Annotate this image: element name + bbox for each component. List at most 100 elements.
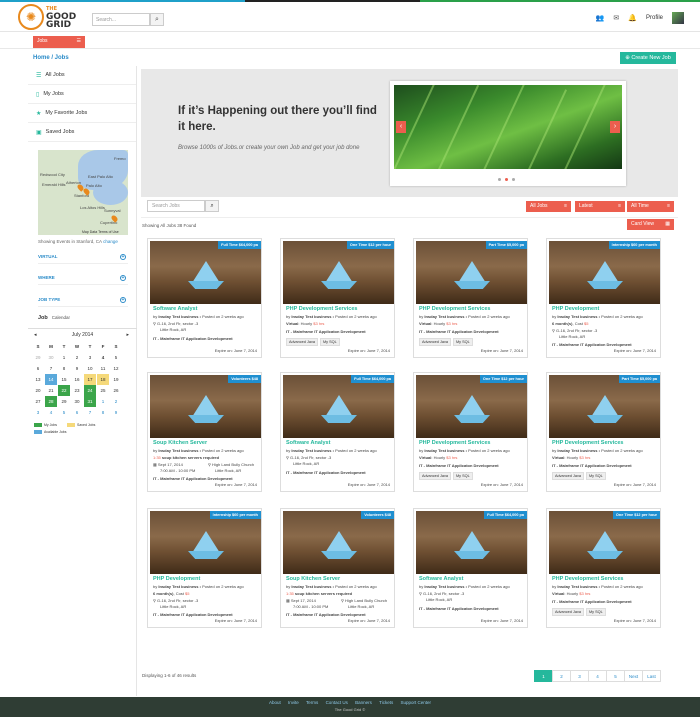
calendar-day-saved[interactable]: 17: [84, 374, 96, 385]
business-name[interactable]: Insday Test business: [158, 448, 198, 453]
calendar-day[interactable]: 19: [110, 374, 122, 385]
calendar-day[interactable]: 5: [58, 407, 70, 418]
page-button[interactable]: 3: [570, 670, 589, 682]
footer-link-support[interactable]: Support Center: [400, 700, 431, 705]
business-name[interactable]: Insday Test business: [291, 314, 331, 319]
all-jobs-filter[interactable]: All Jobs ≡: [526, 201, 571, 212]
next-month-icon[interactable]: ▸: [126, 332, 129, 338]
business-name[interactable]: Insday Test business: [557, 448, 597, 453]
calendar-day[interactable]: 30: [71, 396, 83, 407]
job-card[interactable]: One Time $12 per hour PHP Development Se…: [413, 372, 528, 492]
job-card[interactable]: Full Time $64,000 pa Software Analyst by…: [280, 372, 395, 492]
calendar-day[interactable]: 2: [110, 396, 122, 407]
footer-link-invite[interactable]: Invite: [288, 700, 299, 705]
tab-calendar[interactable]: Calendar: [52, 315, 70, 320]
calendar-day-my-job[interactable]: 31: [84, 396, 96, 407]
calendar-day[interactable]: 30: [45, 352, 57, 363]
calendar-day-my-job[interactable]: 24: [84, 385, 96, 396]
business-name[interactable]: Insday Test business: [557, 314, 597, 319]
sidebar-item-my-jobs[interactable]: ▯ My Jobs: [28, 85, 136, 104]
job-title[interactable]: PHP Development Services: [419, 306, 490, 312]
job-title[interactable]: PHP Development Services: [552, 576, 623, 582]
job-title[interactable]: PHP Development Services: [286, 306, 357, 312]
last-page-button[interactable]: Last: [642, 670, 661, 682]
footer-link-tickets[interactable]: Tickets: [379, 700, 393, 705]
footer-link-terms[interactable]: Terms: [306, 700, 318, 705]
envelope-icon[interactable]: ✉: [613, 14, 619, 22]
tag[interactable]: Advanced Java: [552, 608, 584, 616]
business-name[interactable]: Insday Test business: [291, 448, 331, 453]
job-title[interactable]: PHP Development: [153, 576, 200, 582]
calendar-day-available[interactable]: 14: [45, 374, 57, 385]
header-search-input[interactable]: Search...: [92, 13, 150, 26]
change-location-link[interactable]: change: [103, 239, 118, 244]
sidebar-item-favorite-jobs[interactable]: ★ My Favorite Jobs: [28, 104, 136, 123]
job-card[interactable]: One Time $12 per hour PHP Development Se…: [280, 238, 395, 358]
calendar-day[interactable]: 9: [110, 407, 122, 418]
job-card[interactable]: Volunteers $48 Soup Kitchen Server by In…: [280, 508, 395, 628]
footer-link-about[interactable]: About: [269, 700, 281, 705]
calendar-day[interactable]: 29: [32, 352, 44, 363]
tag[interactable]: My SQL: [585, 472, 606, 480]
calendar-day[interactable]: 8: [97, 407, 109, 418]
job-title[interactable]: Software Analyst: [419, 576, 463, 582]
slider-dot[interactable]: [512, 178, 515, 181]
calendar-day[interactable]: 7: [45, 363, 57, 374]
job-card[interactable]: Part Time $5,000 pa PHP Development Serv…: [546, 372, 661, 492]
tag[interactable]: Advanced Java: [419, 338, 451, 346]
job-title[interactable]: Soup Kitchen Server: [286, 576, 340, 582]
filter-virtual[interactable]: VIRTUAL +: [38, 254, 128, 264]
calendar-day[interactable]: 4: [97, 352, 109, 363]
page-button[interactable]: 5: [606, 670, 625, 682]
latest-sort[interactable]: Latest ≡: [575, 201, 625, 212]
users-icon[interactable]: 👥: [596, 14, 605, 22]
calendar-day[interactable]: 3: [32, 407, 44, 418]
job-title[interactable]: Software Analyst: [153, 306, 197, 312]
breadcrumb[interactable]: Home / Jobs: [33, 55, 69, 61]
tag[interactable]: My SQL: [452, 472, 473, 480]
page-button[interactable]: 1: [534, 670, 553, 682]
business-name[interactable]: Insday Test business: [424, 448, 464, 453]
location-map[interactable]: Redwood City Palo Alto Stanford Los Alto…: [38, 150, 128, 235]
calendar-day[interactable]: 6: [32, 363, 44, 374]
logo[interactable]: ✺ THE GOOD GRID: [18, 4, 76, 30]
calendar-day[interactable]: 5: [110, 352, 122, 363]
tag[interactable]: My SQL: [452, 338, 473, 346]
sidebar-item-all-jobs[interactable]: ☰ All Jobs: [28, 66, 136, 85]
calendar-day[interactable]: 29: [58, 396, 70, 407]
filter-job-type[interactable]: JOB TYPE +: [38, 297, 128, 307]
page-button[interactable]: 2: [552, 670, 571, 682]
sidebar-item-saved-jobs[interactable]: ▣ Saved Jobs: [28, 123, 136, 142]
profile-link[interactable]: Profile: [646, 15, 663, 21]
business-name[interactable]: Insday Test business: [291, 584, 331, 589]
job-card[interactable]: Full Time $64,000 pa Software Analyst by…: [147, 238, 262, 358]
calendar-day[interactable]: 12: [110, 363, 122, 374]
business-name[interactable]: Insday Test business: [557, 584, 597, 589]
calendar-day[interactable]: 10: [84, 363, 96, 374]
calendar-day[interactable]: 11: [97, 363, 109, 374]
business-name[interactable]: Insday Test business: [158, 584, 198, 589]
calendar-day-saved[interactable]: 18: [97, 374, 109, 385]
job-card[interactable]: One Time $12 per hour PHP Development Se…: [546, 508, 661, 628]
calendar-day-my-job[interactable]: 22: [58, 385, 70, 396]
tag[interactable]: My SQL: [319, 338, 340, 346]
all-time-filter[interactable]: All Time ≡: [627, 201, 674, 212]
slider-next-icon[interactable]: ›: [610, 121, 620, 133]
calendar-day[interactable]: 25: [97, 385, 109, 396]
avatar[interactable]: [672, 12, 684, 24]
tag[interactable]: My SQL: [585, 608, 606, 616]
tag[interactable]: Advanced Java: [552, 472, 584, 480]
calendar-day[interactable]: 26: [110, 385, 122, 396]
calendar-day[interactable]: 4: [45, 407, 57, 418]
jobs-dropdown[interactable]: Jobs ☰: [33, 36, 85, 48]
plus-icon[interactable]: +: [120, 275, 126, 281]
footer-link-banners[interactable]: Banners: [355, 700, 372, 705]
job-card[interactable]: Full Time $64,000 pa Software Analyst by…: [413, 508, 528, 628]
job-card[interactable]: Internship $60 per month PHP Development…: [546, 238, 661, 358]
calendar-day[interactable]: 1: [58, 352, 70, 363]
calendar-day[interactable]: 23: [71, 385, 83, 396]
calendar-day[interactable]: 2: [71, 352, 83, 363]
calendar-day[interactable]: 21: [45, 385, 57, 396]
plus-icon[interactable]: +: [120, 254, 126, 260]
job-title[interactable]: Soup Kitchen Server: [153, 440, 207, 446]
